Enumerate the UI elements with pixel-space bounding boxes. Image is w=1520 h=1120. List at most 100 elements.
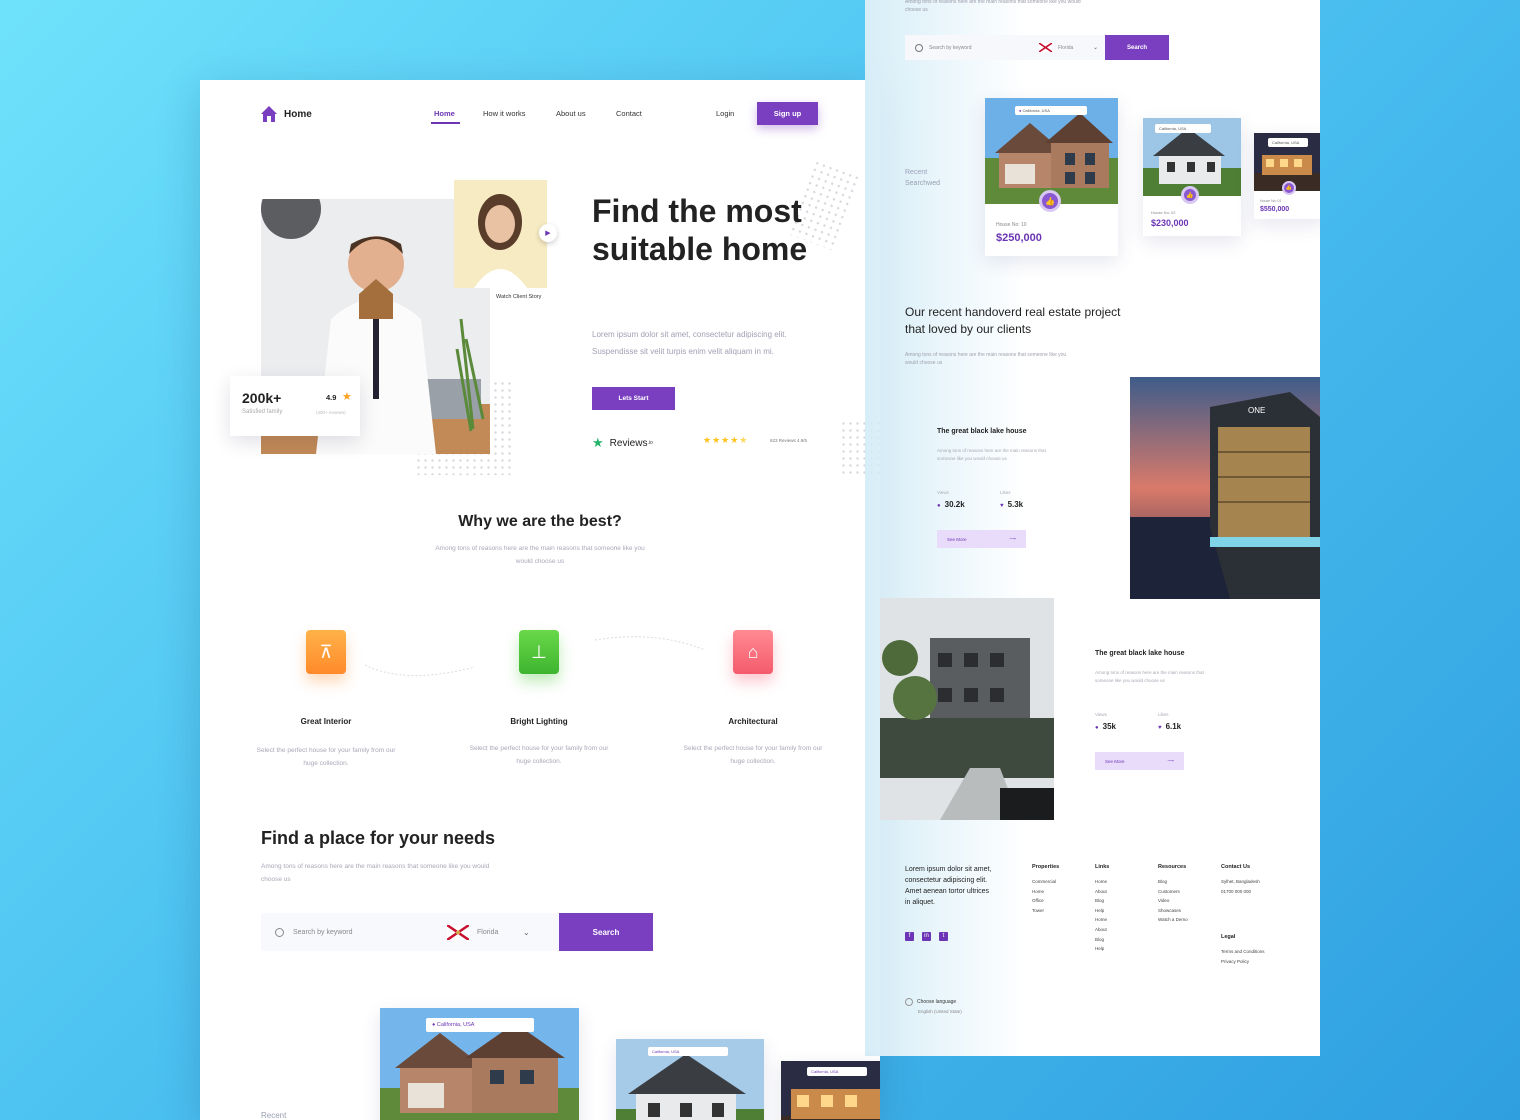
footer-link[interactable]: Blog	[1095, 896, 1109, 906]
footer-link[interactable]: Home	[1095, 915, 1109, 925]
recent-projects-title: Our recent handoverd real estate project…	[905, 305, 1121, 336]
feature-description: Select the perfect house for your family…	[683, 745, 823, 765]
footer-link[interactable]: Customers	[1158, 887, 1188, 897]
footer-resources: Resources Blog Customers Video Showcases…	[1158, 864, 1188, 925]
feature-description: Select the perfect house for your family…	[469, 745, 609, 765]
footer-link[interactable]: Help	[1095, 944, 1109, 954]
nav-home[interactable]: Home	[434, 109, 455, 118]
location-select[interactable]: Florida	[1058, 45, 1093, 51]
arrow-right-icon: ⟶	[1009, 536, 1016, 541]
footer-link[interactable]: Terms and Conditions	[1221, 947, 1265, 957]
footer-text: 01700 000 000	[1221, 888, 1252, 894]
rating-value: 4.9	[326, 393, 337, 402]
nav-active-indicator	[431, 122, 460, 124]
search-button[interactable]: Search	[1105, 35, 1169, 60]
nav-contact[interactable]: Contact	[616, 109, 642, 118]
location-select[interactable]: Florida	[477, 929, 523, 936]
facebook-icon[interactable]: f	[905, 932, 914, 941]
recent-label: Recent	[261, 1111, 287, 1120]
location-pin: ● California, USA	[426, 1018, 534, 1032]
footer-contact: Contact Us Sylhet, Bangladesh 01700 000 …	[1221, 864, 1260, 896]
location-pin: California, USA	[807, 1067, 867, 1076]
stat-value: 200k+	[242, 390, 282, 406]
price: $250,000	[996, 232, 1042, 244]
watch-client-story[interactable]: Watch Client Story	[496, 294, 541, 300]
footer-link[interactable]: Tower	[1032, 906, 1059, 916]
stat-card: 200k+ Satisfied family 4.9 ★ (400+ revie…	[230, 376, 360, 436]
star-icon: ★	[342, 391, 352, 403]
like-button[interactable]: 👍	[1039, 190, 1061, 212]
search-input[interactable]: Search by keyword	[293, 929, 447, 936]
see-more-button[interactable]: See More ⟶	[937, 530, 1026, 548]
likes-label: Likes	[1158, 712, 1169, 717]
hero-subtitle: Lorem ipsum dolor sit amet, consectetur …	[592, 330, 787, 356]
property-card[interactable]: California, USA	[781, 1061, 880, 1120]
feature-title: Architectural	[728, 717, 778, 726]
eye-icon: ●	[1095, 725, 1099, 731]
footer-link[interactable]: Blog	[1158, 877, 1188, 887]
likes-label: Likes	[1000, 490, 1011, 495]
property-card[interactable]: ● California, USA 👍 House No: 10 $250,00…	[985, 98, 1118, 256]
footer-link[interactable]: Office	[1032, 896, 1059, 906]
chevron-down-icon[interactable]: ⌄	[523, 928, 530, 937]
footer-link[interactable]: About	[1095, 887, 1109, 897]
search-bar: Search by keyword Florida ⌄ Search	[261, 913, 653, 951]
house-logo-icon	[261, 106, 277, 122]
footer-link[interactable]: About	[1095, 925, 1109, 935]
feature-description: Select the perfect house for your family…	[256, 747, 396, 767]
footer-properties: Properties Commercial Home Office Tower	[1032, 864, 1059, 915]
find-subtitle: Among tons of reasons here are the main …	[261, 863, 490, 883]
property-card[interactable]: California, USA	[616, 1039, 764, 1120]
search-input[interactable]: Search by keyword	[929, 45, 1039, 51]
language-selector[interactable]: Choose language English (United State)	[905, 997, 962, 1017]
recent-label: Recent Searchwed	[905, 169, 941, 187]
pin-icon: ●	[432, 1022, 436, 1028]
footer-link[interactable]: Help	[1095, 906, 1109, 916]
why-title: Why we are the best?	[458, 513, 622, 530]
footer-link[interactable]: Showcases	[1158, 906, 1188, 916]
footer-link[interactable]: Video	[1158, 896, 1188, 906]
views-value: ● 30.2k	[937, 500, 965, 509]
footer-link[interactable]: Commercial	[1032, 877, 1059, 887]
reviews-meta: 623 Reviews 4.9/5	[770, 438, 808, 443]
lets-start-button[interactable]: Lets Start	[592, 387, 675, 410]
chevron-down-icon[interactable]: ⌄	[1093, 44, 1098, 51]
footer-link[interactable]: Watch a Demo	[1158, 915, 1188, 925]
property-card[interactable]: California, USA 👍 House No: 01 $550,000	[1254, 133, 1320, 219]
nav-about-us[interactable]: About us	[556, 109, 586, 118]
location-pin: California, USA	[1155, 124, 1211, 133]
like-button[interactable]: 👍	[1282, 181, 1296, 195]
property-card[interactable]: ● California, USA	[380, 1008, 579, 1120]
footer-link[interactable]: Home	[1032, 887, 1059, 897]
linkedin-icon[interactable]: in	[922, 932, 931, 941]
eye-icon: ●	[937, 503, 941, 509]
main-page: Home Home How it works About us Contact …	[200, 80, 880, 1120]
play-button[interactable]: ▶	[539, 224, 557, 242]
signup-button[interactable]: Sign up	[757, 102, 818, 125]
logo[interactable]: Home	[260, 105, 312, 123]
logo-text: Home	[284, 108, 312, 120]
home-icon: ⌂	[733, 630, 773, 674]
lamp-icon: ⊥	[519, 630, 559, 674]
chair-icon: ⊼	[306, 630, 346, 674]
footer-link[interactable]: Home	[1095, 877, 1109, 887]
client-photo	[454, 180, 547, 288]
house-number: House No: 02	[1151, 210, 1176, 215]
footer-link[interactable]: Blog	[1095, 935, 1109, 945]
rating-stars: ★★★★★	[703, 435, 749, 445]
twitter-icon[interactable]: t	[939, 932, 948, 941]
search-button[interactable]: Search	[559, 913, 653, 951]
heart-icon: ♥	[1158, 725, 1162, 731]
nav-how-it-works[interactable]: How it works	[483, 109, 526, 118]
house-number: House No: 10	[996, 222, 1027, 228]
footer-link[interactable]: Privacy Policy	[1221, 957, 1265, 967]
property-card[interactable]: California, USA 👍 House No: 02 $230,000	[1143, 118, 1241, 236]
like-button[interactable]: 👍	[1181, 186, 1199, 204]
price: $230,000	[1151, 218, 1189, 228]
play-icon: ▶	[545, 230, 551, 237]
see-more-button[interactable]: See More ⟶	[1095, 752, 1184, 770]
building-photo: ONE	[1130, 377, 1320, 599]
price: $550,000	[1260, 206, 1290, 213]
login-link[interactable]: Login	[716, 109, 734, 118]
svg-text:ONE: ONE	[1248, 406, 1265, 415]
